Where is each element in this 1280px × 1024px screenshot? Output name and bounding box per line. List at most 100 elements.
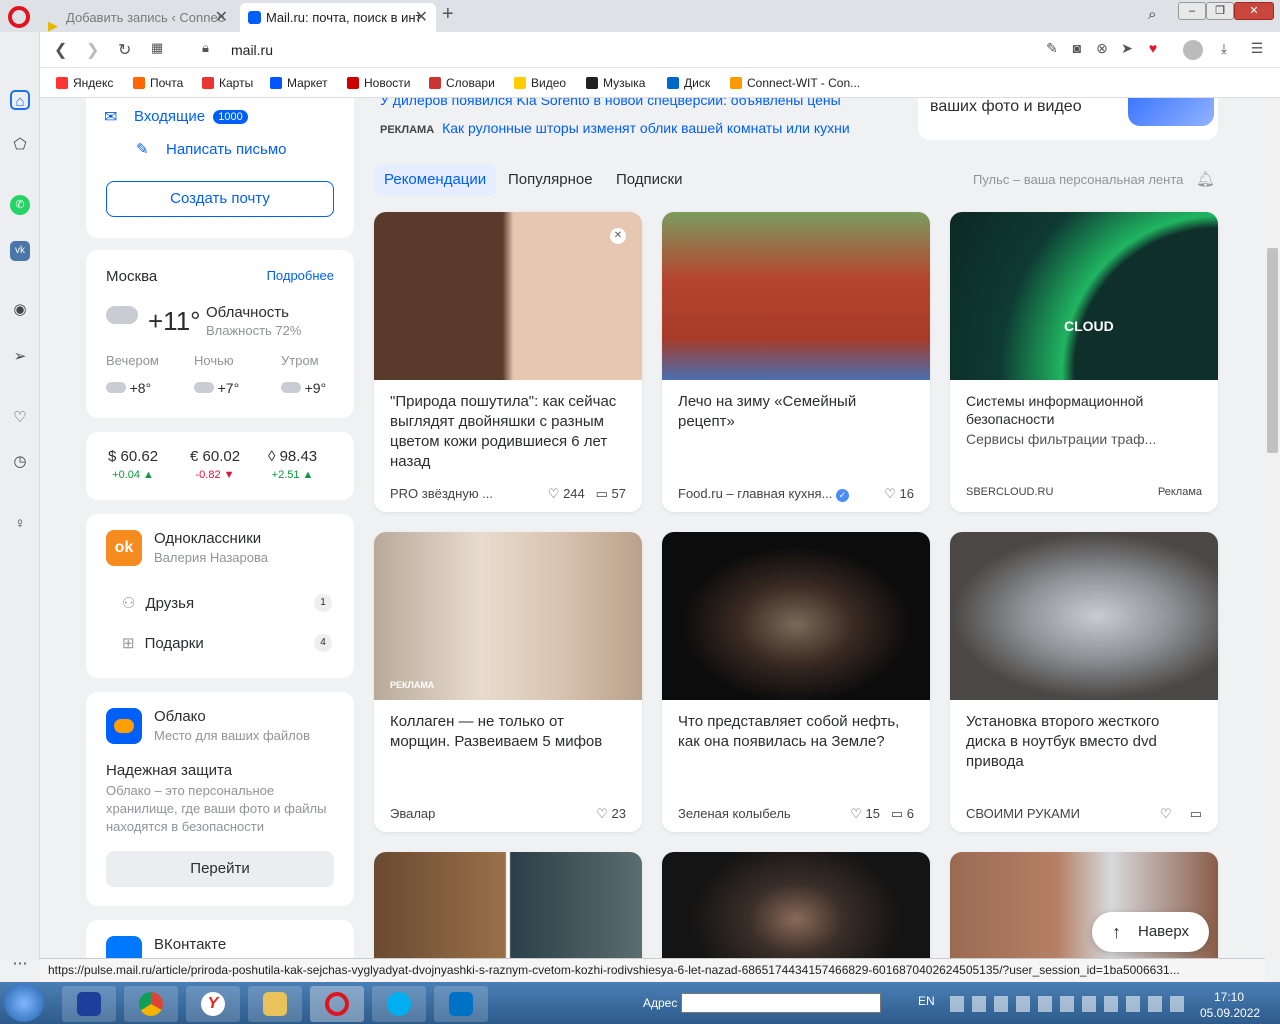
scroll-up-button[interactable]: ↑ Наверх bbox=[1092, 912, 1209, 952]
history-icon[interactable]: ◷ bbox=[10, 452, 30, 472]
minimize-button[interactable]: – bbox=[1178, 2, 1206, 20]
vk-logo-icon bbox=[106, 936, 142, 958]
menu-icon[interactable]: ☰ bbox=[1248, 40, 1266, 58]
tab-recommendations[interactable]: Рекомендации bbox=[374, 164, 497, 196]
adblock-icon[interactable]: ⊗ bbox=[1093, 40, 1111, 58]
floppy-icon bbox=[77, 992, 101, 1016]
taskbar-app-explorer[interactable] bbox=[248, 986, 302, 1022]
weather-more-link[interactable]: Подробнее bbox=[267, 268, 334, 283]
compose-link[interactable]: ✎ Написать письмо bbox=[136, 141, 287, 158]
ad-news-line[interactable]: РЕКЛАМА Как рулонные шторы изменят облик… bbox=[380, 120, 850, 136]
ok-logo-icon: ok bbox=[106, 530, 142, 566]
heart-icon: ♡ bbox=[884, 486, 896, 501]
start-button[interactable] bbox=[4, 984, 44, 1022]
bell-icon[interactable]: 🔔︎ bbox=[1196, 170, 1215, 188]
send-icon[interactable]: ➢ bbox=[10, 347, 30, 367]
cloud-subtitle: Место для ваших файлов bbox=[154, 728, 311, 743]
ok-gifts-item[interactable]: ⊞ Подарки 4 bbox=[122, 634, 332, 652]
taskbar-app-opera[interactable] bbox=[310, 986, 364, 1022]
cloud-icon bbox=[194, 382, 214, 393]
tips-icon[interactable]: ♀ bbox=[10, 514, 30, 534]
new-tab-button[interactable]: + bbox=[442, 3, 454, 26]
taskbar-app-chrome[interactable] bbox=[124, 986, 178, 1022]
vk-icon[interactable]: vk bbox=[10, 241, 30, 261]
opera-menu-icon[interactable] bbox=[8, 6, 30, 28]
feed-card-ad[interactable]: CLOUD Системы информационной безопасност… bbox=[950, 212, 1218, 512]
rate-usd[interactable]: $ 60.62 +0.04 ▲ bbox=[108, 448, 158, 481]
forward-icon[interactable]: ❯ bbox=[86, 40, 99, 60]
send-icon[interactable]: ➤ bbox=[1118, 40, 1136, 58]
feed-card-ad[interactable]: РЕКЛАМА Коллаген — не только от морщин. … bbox=[374, 532, 642, 832]
url-field[interactable]: mail.ru bbox=[231, 42, 273, 58]
feed-card[interactable]: Лечо на зиму «Семейный рецепт» Food.ru –… bbox=[662, 212, 930, 512]
create-mail-button[interactable]: Создать почту bbox=[106, 181, 334, 217]
ok-friends-item[interactable]: ⚇ Друзья 1 bbox=[122, 594, 332, 612]
promo-card[interactable]: ваших фото и видео bbox=[918, 98, 1218, 140]
rate-eur[interactable]: € 60.02 -0.82 ▼ bbox=[190, 448, 240, 481]
cloud-go-button[interactable]: Перейти bbox=[106, 851, 334, 887]
bookmark[interactable]: Почта bbox=[133, 76, 183, 90]
rate-oil[interactable]: ◊ 98.43 +2.51 ▲ bbox=[268, 448, 317, 481]
speed-dial-icon[interactable]: ▦ bbox=[151, 40, 163, 56]
address-toolbar-input[interactable] bbox=[681, 993, 881, 1013]
bookmark[interactable]: Видео bbox=[514, 76, 566, 90]
bookmark[interactable]: Карты bbox=[202, 76, 253, 90]
taskbar-app-yandex[interactable]: Y bbox=[186, 986, 240, 1022]
feed-card[interactable] bbox=[662, 852, 930, 958]
more-icon[interactable]: ⋯ bbox=[10, 954, 30, 974]
bookmark[interactable]: Новости bbox=[347, 76, 410, 90]
lang-indicator[interactable]: EN bbox=[918, 994, 935, 1008]
whatsapp-icon[interactable]: ✆ bbox=[10, 195, 30, 215]
scrollbar-thumb[interactable] bbox=[1267, 248, 1278, 453]
avatar[interactable] bbox=[1183, 40, 1203, 60]
outlook-icon bbox=[449, 992, 473, 1016]
player-icon[interactable]: ◉ bbox=[10, 300, 30, 320]
bookmark[interactable]: Диск bbox=[667, 76, 710, 90]
heart-icon[interactable]: ♡ bbox=[10, 408, 30, 428]
ok-title[interactable]: Одноклассники bbox=[154, 530, 261, 547]
feed-card[interactable] bbox=[374, 852, 642, 958]
feed-card[interactable]: ✕ "Природа пошутила": как сейчас выглядя… bbox=[374, 212, 642, 512]
inbox-link[interactable]: ✉ Входящие 1000 bbox=[104, 108, 248, 126]
feed-card[interactable]: Установка второго жесткого диска в ноутб… bbox=[950, 532, 1218, 832]
reload-icon[interactable]: ↻ bbox=[118, 40, 131, 60]
tab-mail[interactable]: Mail.ru: почта, поиск в инт ✕ bbox=[240, 3, 436, 32]
download-icon[interactable]: ⤓ bbox=[1215, 40, 1233, 58]
news-icon bbox=[347, 77, 359, 89]
folder-icon bbox=[730, 77, 742, 89]
taskbar-app-outlook[interactable] bbox=[434, 986, 488, 1022]
close-tab-icon[interactable]: ✕ bbox=[215, 3, 228, 32]
taskbar-app-floppy[interactable] bbox=[62, 986, 116, 1022]
back-icon[interactable]: ❮ bbox=[54, 40, 67, 60]
clock-time[interactable]: 17:10 bbox=[1214, 990, 1244, 1004]
tab-connect[interactable]: ▶ Добавить запись ‹ Connec ✕ bbox=[40, 3, 236, 32]
edit-icon[interactable]: ✎ bbox=[1043, 40, 1061, 58]
windows-taskbar: Y Адрес EN 17:10 05.09.2022 bbox=[0, 982, 1280, 1024]
maximize-button[interactable]: ❐ bbox=[1206, 2, 1234, 20]
close-icon[interactable]: ✕ bbox=[610, 228, 626, 244]
close-tab-icon[interactable]: ✕ bbox=[415, 3, 428, 32]
camera-icon[interactable]: ◙ bbox=[1068, 40, 1086, 58]
bookmark[interactable]: Музыка bbox=[586, 76, 645, 90]
page-scrollbar[interactable] bbox=[1265, 98, 1280, 958]
bookmark[interactable]: Connect-WIT - Con... bbox=[730, 76, 860, 90]
heart-icon: ♡ bbox=[547, 486, 560, 501]
feed-card[interactable]: Что представляет собой нефть, как она по… bbox=[662, 532, 930, 832]
pin-icon[interactable]: ⬠ bbox=[10, 135, 30, 155]
cloud-title[interactable]: Облако bbox=[154, 708, 206, 725]
tab-popular[interactable]: Популярное bbox=[508, 164, 593, 196]
bookmark[interactable]: Словари bbox=[429, 76, 495, 90]
bookmark[interactable]: Яндекс bbox=[56, 76, 113, 90]
bookmark[interactable]: Маркет bbox=[270, 76, 328, 90]
folder-icon bbox=[263, 992, 287, 1016]
tab-subscriptions[interactable]: Подписки bbox=[616, 164, 683, 196]
home-icon[interactable]: ⌂ bbox=[10, 90, 30, 110]
close-window-button[interactable]: ✕ bbox=[1234, 2, 1274, 20]
taskbar-app-skype[interactable] bbox=[372, 986, 426, 1022]
pulse-label[interactable]: Пульс – ваша персональная лента bbox=[973, 172, 1183, 187]
heart-icon[interactable]: ♥ bbox=[1144, 40, 1162, 58]
news-link[interactable]: У дилеров появился Kia Sorento в новой с… bbox=[380, 98, 880, 108]
clock-date[interactable]: 05.09.2022 bbox=[1200, 1006, 1260, 1020]
vk-title[interactable]: ВКонтакте bbox=[154, 936, 226, 953]
search-tabs-icon[interactable]: ⌕ bbox=[1148, 6, 1156, 23]
